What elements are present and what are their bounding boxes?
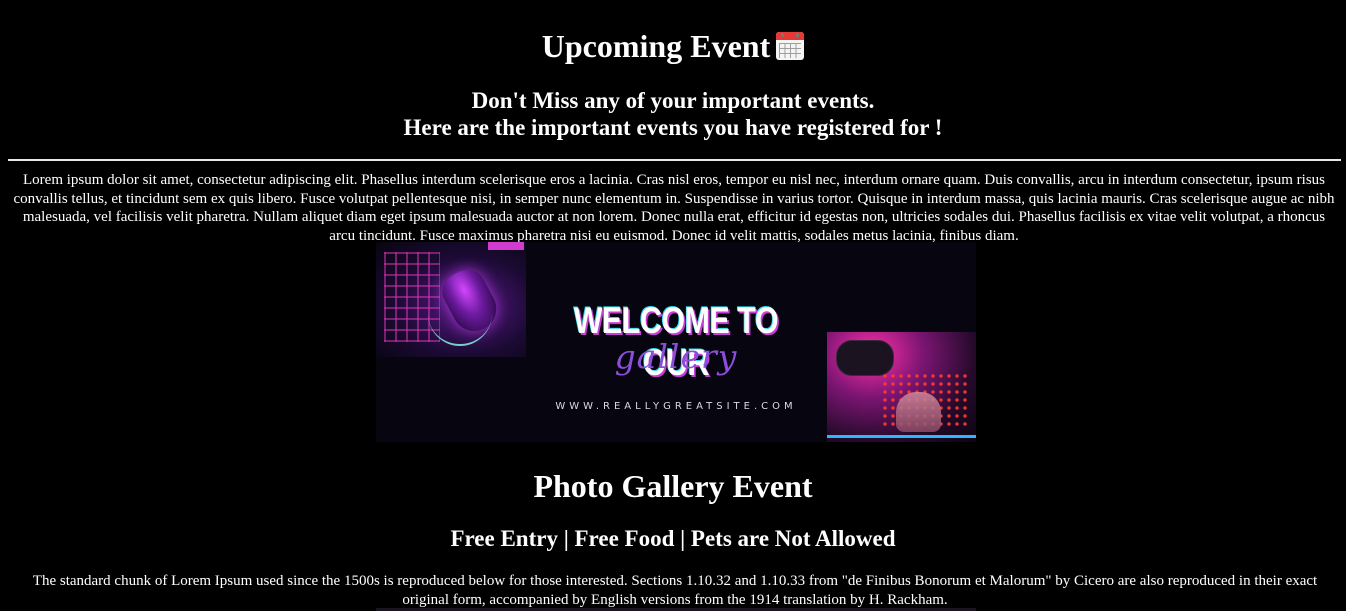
page-title-text: Upcoming Event bbox=[541, 28, 771, 64]
subtitle-line-1: Don't Miss any of your important events. bbox=[471, 88, 875, 113]
page-subtitle: Don't Miss any of your important events.… bbox=[0, 87, 1346, 141]
hand-graphic bbox=[896, 392, 941, 432]
page-title: Upcoming Event bbox=[0, 26, 1346, 66]
neon-line-graphic bbox=[827, 435, 976, 438]
banner-website: WWW.REALLYGREATSITE.COM bbox=[555, 401, 797, 412]
event-title: Photo Gallery Event bbox=[533, 468, 813, 504]
subtitle-line-2: Here are the important events you have r… bbox=[403, 115, 943, 140]
gamepad-graphic bbox=[836, 340, 894, 376]
neon-bar-graphic bbox=[488, 242, 524, 250]
page: Upcoming Event Don't Miss any of your im… bbox=[0, 0, 1346, 611]
event-description: The standard chunk of Lorem Ipsum used s… bbox=[32, 573, 1318, 608]
gallery-banner-image: WELCOME TO OUR gallery WWW.REALLYGREATSI… bbox=[376, 242, 976, 442]
horizontal-divider bbox=[8, 159, 1341, 161]
calendar-icon bbox=[776, 32, 805, 60]
banner-script-word: gallery bbox=[614, 337, 738, 376]
event-details: Free Entry | Free Food | Pets are Not Al… bbox=[450, 526, 896, 551]
intro-paragraph: Lorem ipsum dolor sit amet, consectetur … bbox=[13, 172, 1335, 244]
